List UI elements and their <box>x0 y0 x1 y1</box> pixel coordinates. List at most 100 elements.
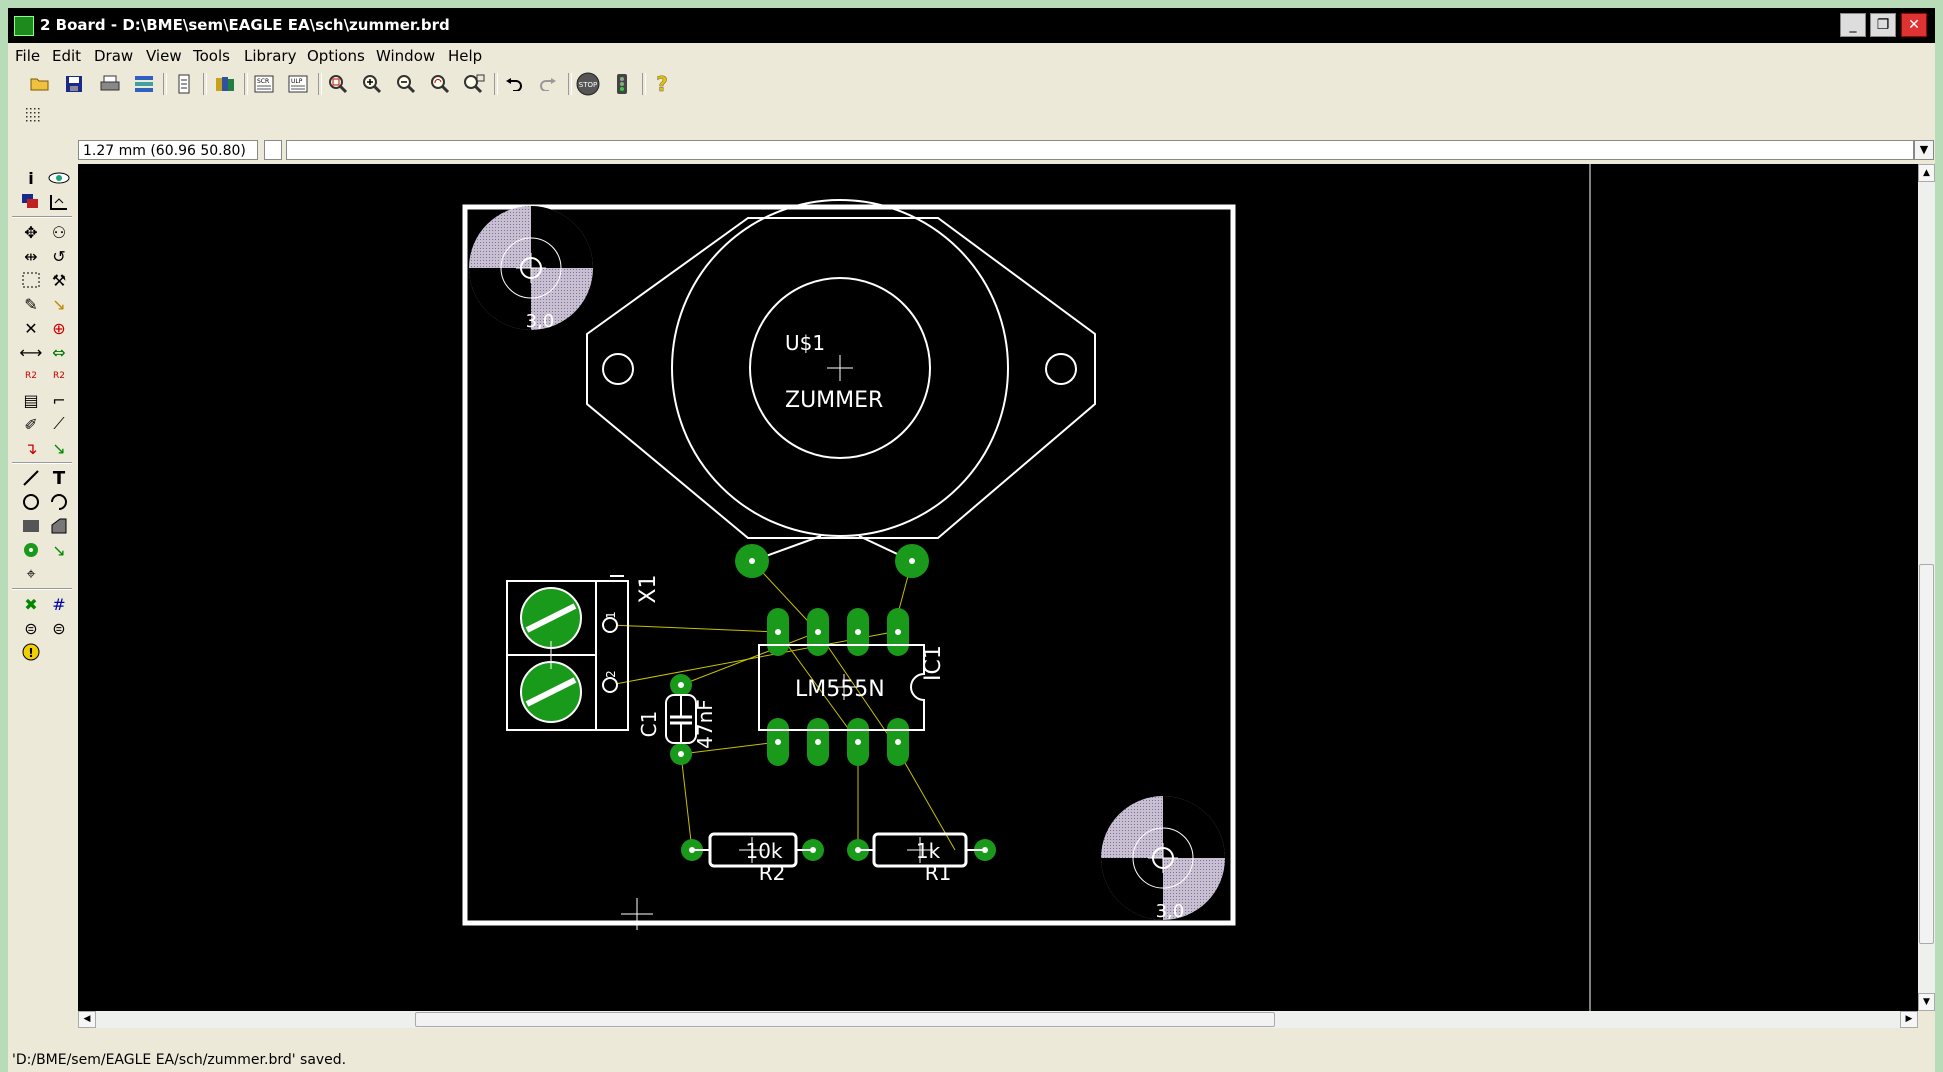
menu-help[interactable]: Help <box>448 47 482 65</box>
group-icon[interactable] <box>18 268 44 292</box>
miter-icon[interactable]: ⌐ <box>46 388 72 412</box>
polygon-icon[interactable] <box>46 514 72 538</box>
mark-icon[interactable] <box>46 190 72 214</box>
rect-icon[interactable] <box>18 514 44 538</box>
cam-icon[interactable] <box>132 72 156 96</box>
x1-pin-1: 1 <box>604 611 618 619</box>
arc-icon[interactable] <box>46 490 72 514</box>
command-history-dropdown[interactable]: ▼ <box>1914 140 1934 160</box>
script-icon[interactable]: SCR <box>252 72 276 96</box>
menu-edit[interactable]: Edit <box>52 47 81 65</box>
minimize-button[interactable]: _ <box>1840 13 1866 37</box>
undo-icon[interactable] <box>502 72 526 96</box>
zoom-in-icon[interactable] <box>360 72 384 96</box>
copy-icon[interactable]: ⚇ <box>46 220 72 244</box>
help-icon[interactable]: ? <box>650 72 674 97</box>
text-icon[interactable]: T <box>46 466 72 490</box>
x1-pin-2: 2 <box>604 670 618 678</box>
menu-tools[interactable]: Tools <box>193 47 230 65</box>
zoom-out-icon[interactable] <box>394 72 418 96</box>
erc-icon[interactable]: ⊜ <box>18 616 44 640</box>
scroll-down-arrow[interactable]: ▼ <box>1918 993 1935 1011</box>
board-canvas[interactable]: 3,0 3,0 U$1 ZUMMER 1 2 X1 LM555N IC1 C1 … <box>78 164 1918 1011</box>
paste-icon[interactable]: ✎ <box>18 292 44 316</box>
vertical-scrollbar[interactable]: ▲ ▼ <box>1918 164 1935 1011</box>
mounting-hole-top-left: 3,0 <box>469 206 593 332</box>
tool-separator <box>12 216 72 218</box>
grid-toolbar <box>8 100 1935 124</box>
x1-terminal <box>506 575 629 731</box>
show-icon[interactable] <box>46 166 72 190</box>
ic1-value: LM555N <box>795 677 885 702</box>
svg-text:!: ! <box>28 646 33 660</box>
command-line-input[interactable] <box>286 140 1914 160</box>
menu-view[interactable]: View <box>146 47 182 65</box>
horizontal-scrollbar[interactable]: ◀ ▶ <box>78 1011 1918 1028</box>
tool-separator <box>12 588 72 590</box>
delete-icon[interactable]: ✕ <box>18 316 44 340</box>
signal-icon[interactable]: ↘ <box>46 538 72 562</box>
title-bar: 2 Board - D:\BME\sem\EAGLE EA\sch\zummer… <box>8 8 1935 43</box>
scroll-right-arrow[interactable]: ▶ <box>1900 1011 1918 1028</box>
ulp-icon[interactable]: ULP <box>286 72 310 96</box>
ripup-icon[interactable]: ⟋ <box>46 412 72 436</box>
rotate-icon[interactable]: ↺ <box>46 244 72 268</box>
mirror-icon[interactable]: ⇹ <box>18 244 44 268</box>
c1-value: 47nF <box>693 699 717 749</box>
coordinate-display: 1.27 mm (60.96 50.80) <box>78 140 258 160</box>
add-icon[interactable]: ⊕ <box>46 316 72 340</box>
ic1-name: IC1 <box>921 645 946 681</box>
grid-icon[interactable] <box>22 103 46 127</box>
c1-name: C1 <box>637 711 661 738</box>
auto-icon[interactable]: # <box>46 592 72 616</box>
name-icon[interactable]: R2 <box>18 364 44 388</box>
main-toolbar: SCR ULP STOP ? <box>8 69 1935 99</box>
stop-icon[interactable]: STOP <box>576 72 600 96</box>
smash-icon[interactable]: ▤ <box>18 388 44 412</box>
mark-toggle[interactable] <box>264 140 282 160</box>
close-button[interactable]: ✕ <box>1901 13 1927 37</box>
zoom-redraw-icon[interactable] <box>428 72 452 96</box>
library-icon[interactable] <box>213 72 237 96</box>
menu-draw[interactable]: Draw <box>94 47 133 65</box>
menu-options[interactable]: Options <box>307 47 365 65</box>
zoom-select-icon[interactable] <box>462 72 486 96</box>
zoom-fit-icon[interactable] <box>326 72 350 96</box>
redo-icon[interactable] <box>536 72 560 96</box>
move-icon[interactable]: ✥ <box>18 220 44 244</box>
split-icon[interactable]: ⇔ <box>46 340 72 364</box>
vertical-scroll-thumb[interactable] <box>1919 564 1934 944</box>
menu-window[interactable]: Window <box>376 47 435 65</box>
menu-library[interactable]: Library <box>244 47 296 65</box>
route-icon[interactable]: ✐ <box>18 412 44 436</box>
optimize-icon[interactable]: ↴ <box>18 436 44 460</box>
drc-icon[interactable]: ⊜ <box>46 616 72 640</box>
display-layers-icon[interactable] <box>18 190 44 214</box>
toolbar-separator <box>163 73 167 95</box>
open-icon[interactable] <box>28 72 52 96</box>
via-icon[interactable] <box>18 538 44 562</box>
ratsnest-icon[interactable]: ✖ <box>18 592 44 616</box>
run-script-icon[interactable] <box>172 72 196 96</box>
scroll-up-arrow[interactable]: ▲ <box>1918 164 1935 182</box>
print-icon[interactable] <box>98 72 122 96</box>
go-icon[interactable] <box>610 72 634 96</box>
circle-icon[interactable] <box>18 490 44 514</box>
autoroute-icon[interactable]: ↘ <box>46 436 72 460</box>
paste-icon-2[interactable]: ↘ <box>46 292 72 316</box>
hole-icon[interactable]: ⌖ <box>18 562 44 586</box>
errors-icon[interactable]: ! <box>18 640 44 664</box>
wire-icon[interactable] <box>18 466 44 490</box>
change-icon[interactable]: ⚒ <box>46 268 72 292</box>
toolbar-separator <box>203 73 207 95</box>
save-icon[interactable] <box>62 72 86 96</box>
buzzer-pads <box>735 535 929 578</box>
horizontal-scroll-thumb[interactable] <box>415 1012 1275 1027</box>
status-message: 'D:/BME/sem/EAGLE EA/sch/zummer.brd' sav… <box>12 1052 347 1068</box>
menu-file[interactable]: File <box>15 47 40 65</box>
restore-button[interactable]: ❐ <box>1870 13 1896 37</box>
scroll-left-arrow[interactable]: ◀ <box>78 1011 96 1028</box>
info-icon[interactable]: i <box>18 166 44 190</box>
value-icon[interactable]: R2 <box>46 364 72 388</box>
cut-icon[interactable]: ⟷ <box>18 340 44 364</box>
